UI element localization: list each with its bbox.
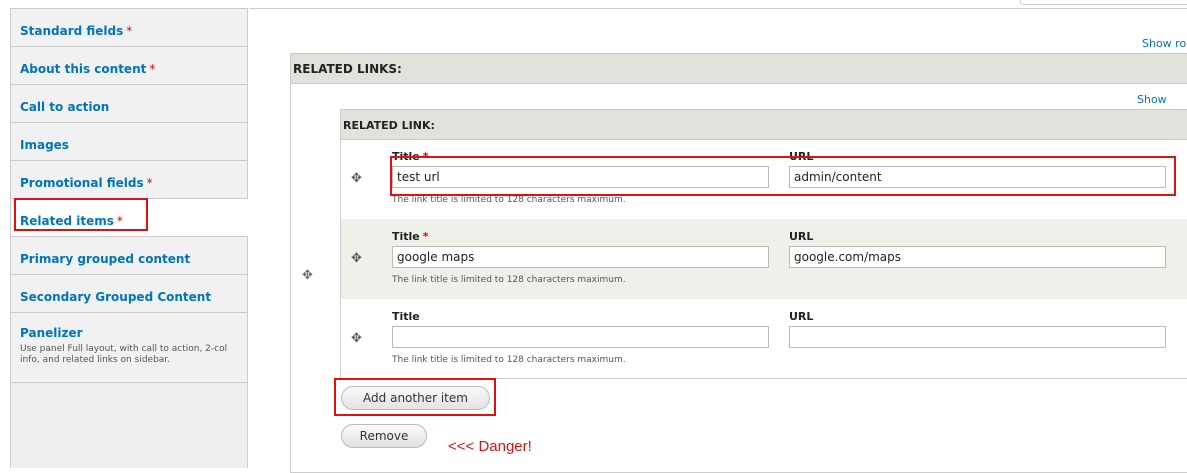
- tab-label[interactable]: Primary grouped content: [20, 252, 190, 266]
- help-text: The link title is limited to 128 charact…: [392, 355, 626, 365]
- move-cross-icon[interactable]: ✥: [302, 268, 313, 283]
- tab-summary: Use panel Full layout, with call to acti…: [20, 344, 228, 365]
- vertical-tabs: Standard fields * About this content * Cal…: [10, 8, 248, 468]
- highlight-related-items: [14, 198, 148, 231]
- required-marker: *: [149, 62, 156, 76]
- remove-button[interactable]: Remove: [341, 424, 427, 448]
- tab-panelizer[interactable]: Panelizer Use panel Full layout, with ca…: [11, 313, 247, 383]
- tab-label[interactable]: Images: [20, 138, 69, 152]
- top-right-panel-edge: [1020, 0, 1187, 5]
- tab-label[interactable]: Secondary Grouped Content: [20, 290, 211, 304]
- help-text: The link title is limited to 128 charact…: [392, 195, 626, 205]
- title-label: Title *: [392, 230, 429, 243]
- title-label: Title: [392, 310, 420, 323]
- tab-label[interactable]: Promotional fields: [20, 176, 144, 190]
- title-input[interactable]: google maps: [392, 246, 769, 268]
- move-cross-icon[interactable]: ✥: [351, 171, 362, 186]
- tab-promotional-fields[interactable]: Promotional fields *: [11, 161, 247, 199]
- move-cross-icon[interactable]: ✥: [351, 331, 362, 346]
- highlight-add-button: [334, 378, 496, 416]
- tab-secondary-grouped-content[interactable]: Secondary Grouped Content: [11, 275, 247, 313]
- related-link-table: RELATED LINK: ✥ Title * URL test url admi…: [340, 109, 1187, 379]
- highlight-first-row: [390, 156, 1176, 196]
- required-marker: *: [126, 24, 133, 38]
- tab-label[interactable]: Panelizer: [20, 326, 83, 340]
- title-label-text: Title: [392, 230, 420, 243]
- required-marker: *: [146, 176, 153, 190]
- table-row: ✥ Title * URL google maps google.com/maps…: [341, 219, 1187, 299]
- tab-label[interactable]: Call to action: [20, 100, 109, 114]
- url-label: URL: [789, 310, 814, 323]
- tab-label[interactable]: About this content: [20, 62, 146, 76]
- show-row-weights-link[interactable]: Show ro: [1142, 37, 1186, 50]
- url-input[interactable]: google.com/maps: [789, 246, 1166, 268]
- danger-annotation: <<< Danger!: [448, 438, 532, 455]
- tab-about-this-content[interactable]: About this content *: [11, 47, 247, 85]
- move-cross-icon[interactable]: ✥: [351, 251, 362, 266]
- content-top-border: [249, 8, 1187, 9]
- url-input[interactable]: [789, 326, 1166, 348]
- required-marker: *: [422, 230, 429, 243]
- table-row: ✥ Title URL The link title is limited to…: [341, 299, 1187, 379]
- help-text: The link title is limited to 128 charact…: [392, 275, 626, 285]
- url-label: URL: [789, 230, 814, 243]
- tab-standard-fields[interactable]: Standard fields *: [11, 9, 247, 47]
- tab-label[interactable]: Standard fields: [20, 24, 123, 38]
- tab-primary-grouped-content[interactable]: Primary grouped content: [11, 237, 247, 275]
- tab-call-to-action[interactable]: Call to action: [11, 85, 247, 123]
- related-link-heading: RELATED LINK:: [341, 110, 1187, 140]
- tab-images[interactable]: Images: [11, 123, 247, 161]
- related-links-heading: RELATED LINKS:: [291, 54, 1187, 84]
- title-input[interactable]: [392, 326, 769, 348]
